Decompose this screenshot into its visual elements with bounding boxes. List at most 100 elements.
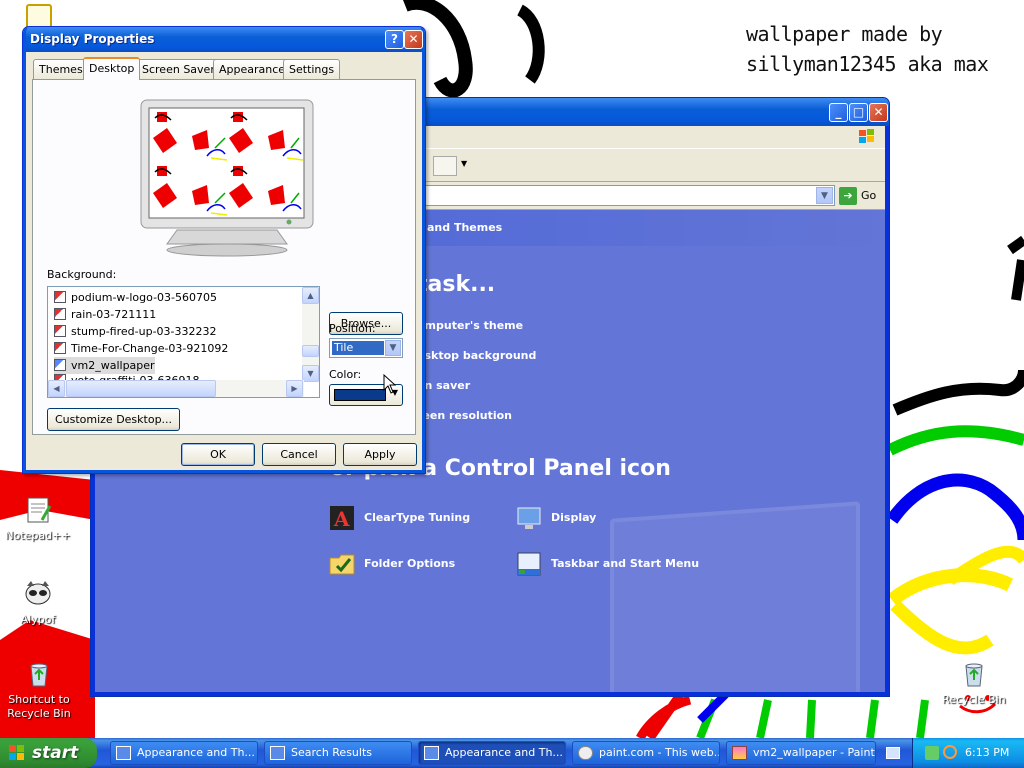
keyboard-icon[interactable] (886, 747, 900, 759)
list-item[interactable]: rain-03-721111 (54, 306, 156, 323)
taskbar-button-appearance-1[interactable]: Appearance and Th... (110, 741, 258, 765)
scroll-thumb[interactable] (302, 345, 319, 357)
minimize-button[interactable]: _ (829, 103, 848, 122)
clock[interactable]: 6:13 PM (965, 738, 1009, 768)
task-change-theme[interactable]: omputer's theme (417, 319, 523, 332)
pick-a-task-heading: task... (417, 272, 496, 297)
position-label: Position: (329, 322, 376, 335)
start-button[interactable]: start (0, 738, 97, 768)
raccoon-icon (25, 581, 51, 605)
cp-icon-cleartype[interactable]: A ClearType Tuning (328, 504, 470, 534)
list-horizontal-scrollbar[interactable]: ◀ ▶ (48, 380, 304, 397)
svg-text:A: A (333, 507, 350, 531)
taskbar-button-label: Appearance and Th... (445, 746, 563, 759)
background-label: Background: (47, 268, 117, 281)
dialog-title: Display Properties (30, 32, 155, 46)
scroll-thumb[interactable] (66, 380, 216, 397)
task-change-desktop-background[interactable]: esktop background (417, 349, 536, 362)
desktop-icon-alypof[interactable]: Alypof (0, 578, 76, 627)
chevron-down-icon[interactable]: ▼ (461, 159, 467, 168)
display-icon (517, 507, 541, 529)
paint-icon (732, 746, 747, 760)
system-tray: 6:13 PM (912, 738, 1024, 768)
image-file-icon (54, 308, 66, 320)
list-vertical-scrollbar[interactable]: ▲ ▼ (302, 287, 319, 382)
list-item-selected[interactable]: vm2_wallpaper (54, 357, 155, 374)
apply-button[interactable]: Apply (343, 443, 417, 466)
windows-logo-icon (859, 129, 874, 143)
list-item[interactable]: stump-fired-up-03-332232 (54, 323, 217, 340)
mouse-cursor-icon (383, 374, 397, 394)
taskbar-start-icon (517, 552, 541, 576)
dialog-frame (422, 52, 425, 473)
list-item-label: podium-w-logo-03-560705 (71, 291, 218, 304)
tab-settings[interactable]: Settings (283, 59, 341, 79)
task-change-screen-resolution[interactable]: reen resolution (417, 409, 512, 422)
maximize-button[interactable]: □ (849, 103, 868, 122)
list-item[interactable]: Time-For-Change-03-921092 (54, 340, 228, 357)
ok-button[interactable]: OK (181, 443, 255, 466)
windows-logo-icon (9, 745, 24, 760)
desktop-icon-notepadpp[interactable]: Notepad++ (0, 494, 76, 543)
taskbar-button-paint-web[interactable]: paint.com - This web... (572, 741, 720, 765)
tab-desktop[interactable]: Desktop (83, 57, 141, 80)
taskbar-button-paint[interactable]: vm2_wallpaper - Paint (726, 741, 876, 765)
close-button[interactable]: ✕ (869, 103, 888, 122)
scroll-left-button[interactable]: ◀ (48, 380, 65, 397)
position-value: Tile (332, 341, 384, 355)
dialog-title-bar[interactable]: Display Properties ? ✕ (23, 27, 425, 52)
desktop-tab-panel: Background: podium-w-logo-03-560705 rain… (32, 79, 416, 435)
desktop-icon-label: Recycle Bin (942, 693, 1006, 706)
list-item-label: rain-03-721111 (71, 308, 157, 321)
cancel-button[interactable]: Cancel (262, 443, 336, 466)
scroll-down-button[interactable]: ▼ (302, 365, 319, 382)
wallpaper-caption-line2: sillyman12345 aka max (746, 52, 989, 76)
address-dropdown-button[interactable]: ▼ (816, 187, 833, 204)
display-watermark-icon (610, 501, 860, 692)
cp-icon-taskbar-start[interactable]: Taskbar and Start Menu (515, 550, 699, 580)
go-button[interactable]: ➔ Go (839, 185, 887, 206)
address-input[interactable]: ▼ (425, 185, 835, 206)
cp-icon-label: Folder Options (364, 557, 456, 570)
monitor-preview (140, 99, 314, 257)
background-list[interactable]: podium-w-logo-03-560705 rain-03-721111 s… (47, 286, 320, 398)
views-icon[interactable] (433, 156, 457, 176)
cp-icon-label: ClearType Tuning (364, 511, 471, 524)
taskbar-button-search-results[interactable]: Search Results (264, 741, 412, 765)
color-swatch (334, 389, 386, 401)
close-button[interactable]: ✕ (404, 30, 423, 49)
tab-appearance[interactable]: Appearance (213, 59, 292, 79)
taskbar-button-appearance-2[interactable]: Appearance and Th... (418, 741, 566, 765)
wallpaper-caption-line1: wallpaper made by (746, 22, 943, 46)
image-file-icon (54, 325, 66, 337)
recycle-bin-icon (965, 663, 983, 687)
cp-icon-display[interactable]: Display (515, 504, 596, 534)
category-title: and Themes (427, 221, 503, 234)
desktop-icon-label: Notepad++ (5, 529, 71, 542)
recycle-bin-icon (30, 663, 48, 687)
scroll-right-button[interactable]: ▶ (286, 380, 303, 397)
search-window-icon (270, 746, 285, 760)
tab-themes[interactable]: Themes (33, 59, 89, 79)
desktop-icon-recycle-bin[interactable]: Recycle Bin (936, 658, 1012, 707)
list-item-label: vm2_wallpaper (71, 359, 155, 372)
desktop-icon-recycle-shortcut[interactable]: Shortcut to Recycle Bin (0, 658, 78, 721)
tab-screen-saver[interactable]: Screen Saver (136, 59, 221, 79)
go-arrow-icon: ➔ (839, 187, 857, 205)
help-button[interactable]: ? (385, 30, 404, 49)
search-icon[interactable] (943, 745, 957, 759)
cp-icon-folder-options[interactable]: Folder Options (328, 550, 455, 580)
chevron-down-icon[interactable]: ▼ (385, 340, 401, 356)
display-properties-dialog[interactable]: Display Properties ? ✕ Themes Desktop Sc… (22, 26, 426, 474)
taskbar: start Appearance and Th... Search Result… (0, 738, 1024, 768)
taskbar-button-label: Appearance and Th... (137, 746, 255, 759)
go-label: Go (861, 189, 877, 202)
position-select[interactable]: Tile ▼ (329, 338, 403, 358)
network-icon[interactable] (925, 746, 939, 760)
customize-desktop-button[interactable]: Customize Desktop... (47, 408, 180, 431)
cleartype-icon: A (330, 506, 354, 531)
scroll-up-button[interactable]: ▲ (302, 287, 319, 304)
list-item[interactable]: podium-w-logo-03-560705 (54, 289, 217, 306)
taskbar-button-label: vm2_wallpaper - Paint (753, 746, 875, 759)
image-file-icon (54, 359, 66, 371)
